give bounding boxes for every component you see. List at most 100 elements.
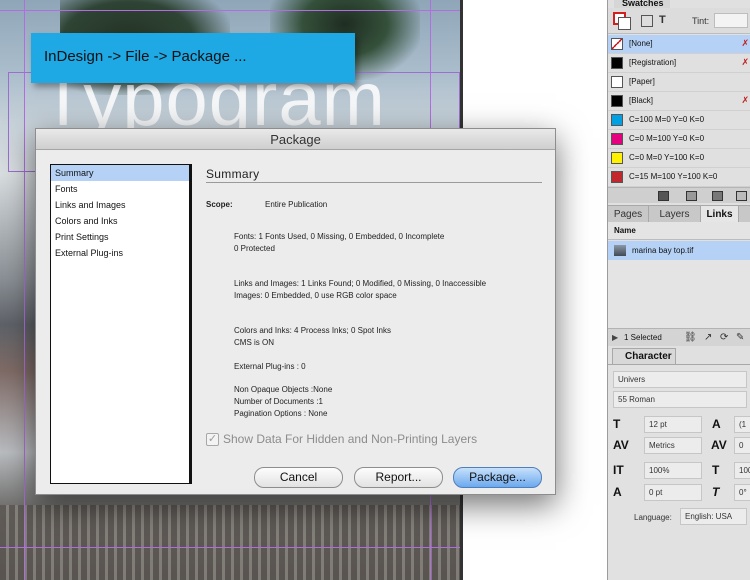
font-family-select[interactable]: Univers — [613, 371, 747, 388]
fill-stroke-icon[interactable] — [613, 12, 631, 30]
links-footer: ▶ 1 Selected ⛓ ↗ ⟳ ✎ — [608, 328, 750, 346]
swatch-chip — [611, 57, 623, 69]
container-format-icon[interactable] — [641, 15, 653, 27]
swatch-name: [Paper] — [629, 77, 655, 86]
category-external-plugins[interactable]: External Plug-ins — [51, 245, 189, 261]
goto-link-icon[interactable]: ↗ — [704, 332, 712, 343]
leading-input[interactable]: (1 — [734, 416, 750, 433]
swatch-row[interactable]: [Black] ✗ — [608, 92, 750, 111]
panel-tabs: Pages Layers Links — [608, 205, 750, 223]
swatches-toolbar: T Tint: — [608, 8, 750, 34]
fonts-summary-line-1: Fonts: 1 Fonts Used, 0 Missing, 0 Embedd… — [234, 232, 445, 241]
swatch-row[interactable]: [Registration] ✗ — [608, 54, 750, 73]
kerning-icon: AV — [613, 438, 629, 452]
swatch-row[interactable]: [None] ✗ — [608, 35, 750, 54]
margin-guide-top — [0, 10, 463, 11]
tab-links[interactable]: Links — [701, 206, 739, 223]
swatch-row[interactable]: C=0 M=0 Y=100 K=0 — [608, 149, 750, 168]
swatch-chip — [611, 133, 623, 145]
show-hidden-layers-checkbox[interactable]: ✓ — [206, 432, 219, 446]
tab-layers[interactable]: Layers — [649, 206, 701, 223]
none-swatch-chip — [611, 38, 623, 50]
update-link-icon[interactable]: ⟳ — [720, 332, 728, 343]
link-item[interactable]: marina bay top.tif — [608, 241, 750, 260]
character-tab[interactable]: Character — [612, 348, 676, 364]
fonts-summary-line-2: 0 Protected — [234, 244, 275, 253]
package-dialog: Package Summary Fonts Links and Images C… — [35, 128, 556, 495]
font-size-icon: T — [613, 417, 621, 431]
plugins-summary: External Plug-ins : 0 — [234, 362, 306, 371]
swatch-row[interactable]: [Paper] — [608, 73, 750, 92]
lock-icon: ✗ — [741, 57, 749, 67]
image-thumbnail-icon — [614, 245, 626, 256]
pagination-line: Pagination Options : None — [234, 409, 328, 418]
disclosure-triangle-icon[interactable]: ▶ — [612, 333, 618, 342]
horizontal-scale-icon: T — [712, 463, 720, 477]
show-hidden-layers-option[interactable]: ✓ Show Data For Hidden and Non-Printing … — [206, 432, 477, 446]
photo-chairs — [0, 505, 463, 580]
leading-icon: A — [712, 417, 721, 431]
misc-summary: Non Opaque Objects :None Number of Docum… — [234, 384, 332, 420]
lock-icon: ✗ — [741, 95, 749, 105]
kerning-select[interactable]: Metrics — [644, 437, 702, 454]
font-style-select[interactable]: 55 Roman — [613, 391, 747, 408]
fill-swatch — [618, 17, 631, 30]
show-gradient-swatches-icon[interactable] — [712, 191, 723, 201]
swatch-name: [Registration] — [629, 58, 677, 67]
swatch-row[interactable]: C=100 M=0 Y=0 K=0 — [608, 111, 750, 130]
show-hidden-layers-label: Show Data For Hidden and Non-Printing La… — [223, 432, 478, 446]
category-links-and-images[interactable]: Links and Images — [51, 197, 189, 213]
edit-original-icon[interactable]: ✎ — [736, 332, 744, 343]
new-swatch-icon[interactable] — [736, 191, 747, 201]
links-summary: Links and Images: 1 Links Found; 0 Modif… — [234, 278, 486, 302]
baseline-shift-icon: A — [613, 485, 622, 499]
summary-divider — [206, 182, 542, 183]
relink-chain-icon[interactable]: ⛓ — [684, 332, 697, 343]
non-opaque-line: Non Opaque Objects :None — [234, 385, 333, 394]
text-format-icon[interactable]: T — [659, 14, 666, 26]
swatches-tab[interactable]: Swatches — [614, 0, 670, 8]
category-summary[interactable]: Summary — [51, 165, 189, 181]
tab-pages[interactable]: Pages — [608, 206, 649, 223]
tint-label: Tint: — [692, 16, 710, 26]
vertical-scale-icon: IT — [613, 463, 624, 477]
package-button[interactable]: Package... — [453, 467, 542, 488]
tint-input[interactable] — [714, 13, 748, 28]
category-colors-and-inks[interactable]: Colors and Inks — [51, 213, 189, 229]
swatch-chip — [611, 171, 623, 183]
dialog-title: Package — [36, 129, 555, 150]
swatch-name: C=15 M=100 Y=100 K=0 — [629, 172, 718, 181]
links-list — [608, 260, 750, 328]
show-color-swatches-icon[interactable] — [686, 191, 697, 201]
horizontal-scale-input[interactable]: 100% — [734, 462, 750, 479]
font-size-input[interactable]: 12 pt — [644, 416, 702, 433]
summary-heading: Summary — [206, 167, 260, 181]
skew-icon: T — [712, 485, 720, 499]
fonts-summary: Fonts: 1 Fonts Used, 0 Missing, 0 Embedd… — [234, 231, 444, 255]
links-column-header[interactable]: Name — [608, 222, 750, 240]
tracking-icon: AV — [711, 438, 727, 452]
character-panel: Univers 55 Roman T 12 pt A (1 AV Metrics… — [608, 364, 750, 580]
swatch-row[interactable]: C=0 M=100 Y=0 K=0 — [608, 130, 750, 149]
baseline-shift-input[interactable]: 0 pt — [644, 484, 702, 501]
scope-value: Entire Publication — [265, 200, 328, 209]
swatch-row[interactable]: C=15 M=100 Y=100 K=0 — [608, 168, 750, 187]
language-select[interactable]: English: USA — [680, 508, 747, 525]
category-fonts[interactable]: Fonts — [51, 181, 189, 197]
vertical-scale-input[interactable]: 100% — [644, 462, 702, 479]
swatch-chip — [611, 152, 623, 164]
swatch-name: C=0 M=0 Y=100 K=0 — [629, 153, 705, 162]
category-print-settings[interactable]: Print Settings — [51, 229, 189, 245]
swatch-chip — [611, 76, 623, 88]
swatch-chip — [611, 95, 623, 107]
report-button[interactable]: Report... — [354, 467, 443, 488]
colors-summary-line-2: CMS is ON — [234, 338, 274, 347]
show-all-swatches-icon[interactable] — [658, 191, 669, 201]
instruction-callout: InDesign -> File -> Package ... — [31, 33, 355, 83]
cancel-button[interactable]: Cancel — [254, 467, 343, 488]
skew-input[interactable]: 0° — [734, 484, 750, 501]
swatch-name: C=0 M=100 Y=0 K=0 — [629, 134, 705, 143]
language-label: Language: — [634, 513, 672, 522]
colors-summary: Colors and Inks: 4 Process Inks; 0 Spot … — [234, 325, 391, 349]
tracking-input[interactable]: 0 — [734, 437, 750, 454]
